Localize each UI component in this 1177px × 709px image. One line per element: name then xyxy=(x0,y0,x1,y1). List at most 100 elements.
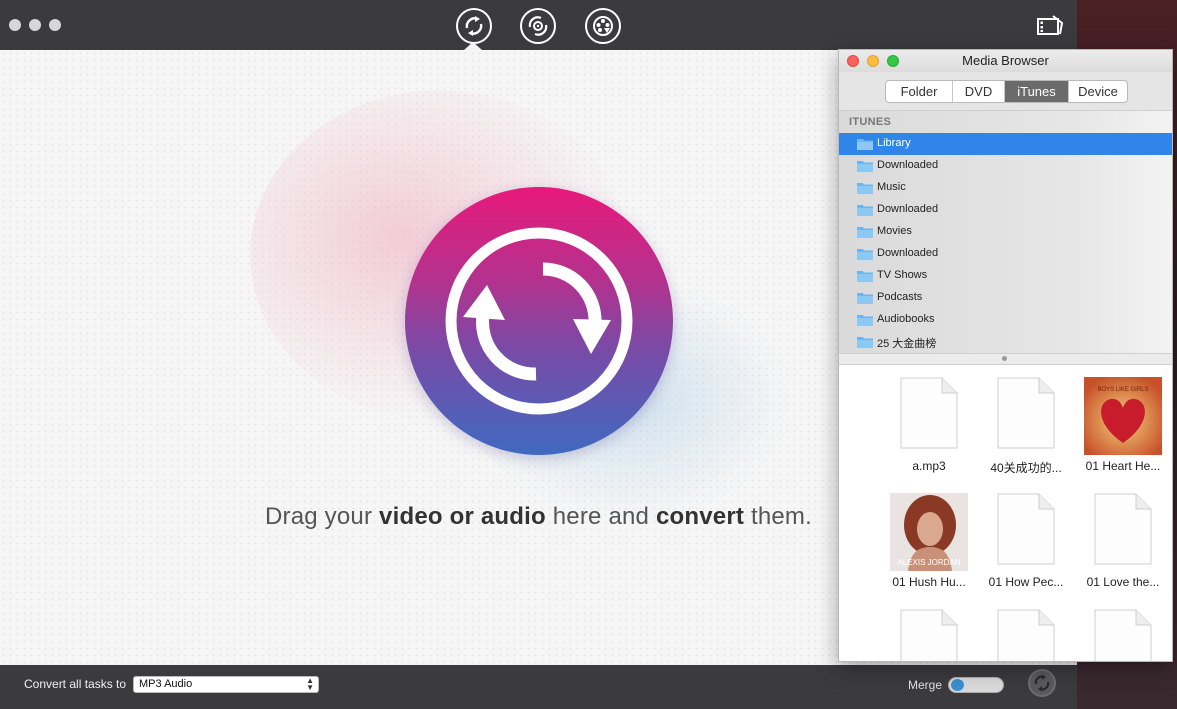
folder-icon xyxy=(857,315,873,326)
file-item[interactable]: 40关成功的... xyxy=(978,365,1074,475)
album-art-text: BOYS LIKE GIRLS xyxy=(1097,387,1148,393)
window-minimize-button[interactable] xyxy=(29,19,41,31)
list-item[interactable]: Movies xyxy=(839,221,1172,243)
folder-icon xyxy=(857,139,873,150)
list-item-label: Music xyxy=(877,181,906,193)
file-item-name: 40关成功的... xyxy=(990,461,1062,475)
drop-text-mid: here and xyxy=(545,503,656,530)
list-item[interactable]: Library xyxy=(839,133,1172,155)
folder-icon xyxy=(857,183,873,194)
convert-icon xyxy=(1034,674,1050,692)
document-icon xyxy=(900,609,958,661)
drop-text-emphasis: convert xyxy=(655,503,745,530)
media-browser-tab-bar: Folder DVD iTunes Device xyxy=(839,72,1172,111)
file-item-name: 01 Heart He... xyxy=(1085,459,1161,473)
folder-icon xyxy=(857,293,873,304)
album-art-image: BOYS LIKE GIRLS xyxy=(1084,377,1162,455)
dvd-rip-icon xyxy=(593,16,613,36)
stepper-arrows-icon: ▲ ▼ xyxy=(306,676,314,692)
list-item[interactable]: 25 大金曲榜 xyxy=(839,331,1172,353)
document-icon xyxy=(997,609,1055,661)
album-art-text: ALEXIS JORDAN xyxy=(897,558,960,567)
document-icon xyxy=(997,377,1055,449)
file-item[interactable] xyxy=(978,597,1074,661)
burn-tab-button[interactable] xyxy=(520,8,556,44)
source-list: ITUNES Library Downloaded Music Downloaded M… xyxy=(839,111,1172,353)
output-format-select[interactable]: MP3 Audio ▲ ▼ xyxy=(133,676,319,693)
drop-text-emphasis: video or audio xyxy=(379,503,546,530)
title-bar xyxy=(0,0,1077,50)
file-item[interactable] xyxy=(1075,597,1171,661)
document-icon xyxy=(997,493,1055,565)
split-divider[interactable] xyxy=(839,353,1172,365)
convert-start-button[interactable] xyxy=(1028,669,1056,697)
convert-logo xyxy=(405,187,673,455)
active-tab-pointer xyxy=(464,42,482,50)
list-item[interactable]: Music xyxy=(839,177,1172,199)
convert-tab-button[interactable] xyxy=(456,8,492,44)
album-art-image: ALEXIS JORDAN xyxy=(890,493,968,571)
tab-device[interactable]: Device xyxy=(1069,81,1127,102)
folder-icon xyxy=(857,249,873,260)
window-zoom-button[interactable] xyxy=(49,19,61,31)
panel-close-button[interactable] xyxy=(847,55,859,67)
media-browser-panel: Media Browser Folder DVD iTunes Device I… xyxy=(838,49,1173,662)
tab-itunes[interactable]: iTunes xyxy=(1005,81,1069,102)
list-item-label: Downloaded xyxy=(877,159,939,171)
bottom-bar: Convert all tasks to MP3 Audio ▲ ▼ Merge xyxy=(0,665,1077,709)
window-close-button[interactable] xyxy=(9,19,21,31)
list-item-label: TV Shows xyxy=(877,269,928,281)
convert-arrows-icon xyxy=(445,227,633,415)
tab-folder[interactable]: Folder xyxy=(886,81,953,102)
merge-toggle[interactable] xyxy=(948,677,1004,693)
list-item-label: Movies xyxy=(877,225,912,237)
file-item[interactable]: BOYS LIKE GIRLS 01 Heart He... xyxy=(1075,365,1171,475)
folder-icon xyxy=(857,205,873,216)
file-item[interactable]: 01 How Pec... xyxy=(978,481,1074,591)
list-item[interactable]: Audiobooks xyxy=(839,309,1172,331)
drop-text-post: them. xyxy=(744,503,812,530)
file-item[interactable]: ALEXIS JORDAN 01 Hush Hu... xyxy=(881,481,977,591)
film-icon xyxy=(1037,15,1064,35)
convert-icon xyxy=(465,16,483,36)
panel-minimize-button[interactable] xyxy=(867,55,879,67)
list-item[interactable]: TV Shows xyxy=(839,265,1172,287)
file-item-name: 01 Love the... xyxy=(1086,575,1160,589)
file-item-name: 01 Hush Hu... xyxy=(892,575,966,589)
list-item-label: Audiobooks xyxy=(877,313,935,325)
merge-label: Merge xyxy=(908,678,943,692)
drop-text-pre: Drag your xyxy=(265,503,380,530)
list-item-label: Downloaded xyxy=(877,203,939,215)
media-browser-title: Media Browser xyxy=(962,53,1049,68)
file-grid: a.mp3 40关成功的... BOYS LIKE GIRLS 01 Heart He… xyxy=(839,365,1172,661)
list-item-label: Podcasts xyxy=(877,291,923,303)
file-item[interactable] xyxy=(881,597,977,661)
segmented-control: Folder DVD iTunes Device xyxy=(885,80,1128,103)
list-item[interactable]: Downloaded xyxy=(839,199,1172,221)
convert-all-label: Convert all tasks to xyxy=(24,677,127,691)
dvd-rip-tab-button[interactable] xyxy=(585,8,621,44)
output-format-value: MP3 Audio xyxy=(139,678,193,690)
section-header: ITUNES xyxy=(849,116,892,128)
folder-icon xyxy=(857,227,873,238)
document-icon xyxy=(900,377,958,449)
panel-zoom-button[interactable] xyxy=(887,55,899,67)
folder-icon xyxy=(857,161,873,172)
document-icon xyxy=(1094,493,1152,565)
folder-icon xyxy=(857,337,873,348)
file-item[interactable]: 01 Love the... xyxy=(1075,481,1171,591)
list-item[interactable]: Downloaded xyxy=(839,243,1172,265)
document-icon xyxy=(1094,609,1152,661)
list-item[interactable]: Downloaded xyxy=(839,155,1172,177)
divider-grip xyxy=(1002,356,1007,361)
media-browser-toggle-button[interactable] xyxy=(1036,14,1064,43)
file-item[interactable]: a.mp3 xyxy=(881,365,977,475)
burn-icon xyxy=(528,16,548,36)
list-item[interactable]: Podcasts xyxy=(839,287,1172,309)
list-item-label: Downloaded xyxy=(877,247,939,259)
folder-icon xyxy=(857,271,873,282)
list-item-label: Library xyxy=(877,137,911,149)
file-item-name: a.mp3 xyxy=(912,459,946,473)
tab-dvd[interactable]: DVD xyxy=(953,81,1005,102)
list-item-label: 25 大金曲榜 xyxy=(877,338,937,350)
